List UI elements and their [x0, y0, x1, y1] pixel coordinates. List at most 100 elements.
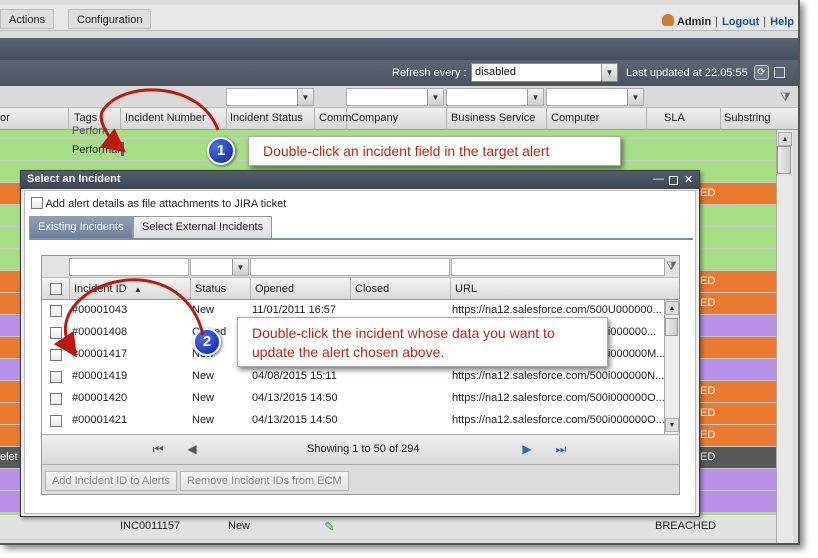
column-divider — [190, 278, 191, 300]
scroll-down-icon[interactable]: ▼ — [665, 418, 679, 432]
refresh-label: Refresh every : — [392, 67, 467, 79]
table-row[interactable]: #00001419 New 04/08/2015 15:11 https://n… — [42, 366, 664, 388]
cell-sla: ED — [700, 451, 716, 463]
minimize-icon[interactable] — [774, 67, 785, 78]
row-checkbox[interactable] — [50, 393, 62, 405]
logout-link[interactable]: Logout — [722, 16, 759, 28]
main-scrollbar[interactable]: ▲ — [776, 130, 793, 543]
cell-sla: BREACHED — [655, 520, 717, 532]
scrollbar-thumb[interactable] — [777, 146, 791, 174]
column-header-company[interactable]: Company — [351, 112, 398, 124]
help-link[interactable]: Help — [770, 16, 794, 28]
select-all-checkbox[interactable] — [50, 283, 62, 295]
cell-status: New — [192, 392, 215, 404]
column-divider — [120, 108, 121, 130]
column-header[interactable]: or — [0, 112, 10, 124]
row-checkbox[interactable] — [50, 371, 62, 383]
add-incident-id-button[interactable]: Add Incident ID to Alerts — [45, 471, 178, 491]
column-divider — [646, 108, 647, 130]
separator: | — [715, 16, 719, 28]
cell-incident-id: #00001420 — [72, 392, 128, 404]
menu-configuration[interactable]: Configuration — [68, 9, 152, 29]
chevron-down-icon[interactable]: ▼ — [297, 89, 313, 105]
table-row[interactable]: #00001420 New 04/13/2015 14:50 https://n… — [42, 388, 665, 410]
row-checkbox[interactable] — [50, 415, 62, 427]
user-name: Admin — [676, 16, 712, 28]
close-icon[interactable]: ✕ — [684, 173, 693, 186]
chevron-down-icon[interactable]: ▼ — [527, 89, 543, 105]
chevron-down-icon[interactable]: ▼ — [601, 64, 617, 81]
column-header-computer[interactable]: Computer — [551, 112, 599, 124]
scroll-up-icon[interactable]: ▲ — [778, 132, 792, 146]
cell-sla: ED — [700, 407, 716, 419]
chevron-down-icon[interactable]: ▼ — [232, 259, 248, 275]
table-row[interactable]: #00001421 New 04/13/2015 14:50 https://n… — [42, 410, 665, 432]
column-header-incident-status[interactable]: Incident Status — [230, 112, 303, 124]
cell-url: https://na12.salesforce.com/500i000000N.… — [452, 370, 665, 382]
column-divider — [446, 108, 447, 130]
column-divider — [350, 278, 351, 300]
last-page-icon[interactable]: ⏭ — [551, 441, 571, 459]
row-checkbox[interactable] — [50, 305, 62, 317]
column-header-incident-id[interactable]: Incident ID — [74, 283, 127, 295]
user-bar: Admin | Logout | Help — [661, 14, 794, 28]
tab-select-external-incidents[interactable]: Select External Incidents — [133, 216, 273, 238]
minimize-icon[interactable]: — — [653, 173, 664, 185]
chevron-down-icon[interactable]: ▼ — [627, 89, 643, 105]
filter-funnel-icon[interactable]: ⧩ — [780, 90, 791, 105]
dialog-title: Select an Incident — [21, 171, 699, 189]
chevron-down-icon[interactable]: ▼ — [427, 89, 443, 105]
app-window: Actions Configuration Admin | Logout | Help … — [0, 0, 800, 545]
column-header-closed[interactable]: Closed — [355, 283, 389, 295]
column-header-opened[interactable]: Opened — [255, 283, 294, 295]
attach-checkbox[interactable] — [31, 197, 43, 209]
filter-url[interactable] — [451, 258, 665, 276]
column-header-comments[interactable]: Comm — [319, 112, 351, 124]
filter-status[interactable]: ▼ — [190, 258, 249, 276]
tab-existing-incidents[interactable]: Existing Incidents — [29, 216, 133, 238]
refresh-select[interactable]: disabled ▼ — [471, 63, 618, 82]
column-header-tags[interactable]: Tags — [74, 112, 97, 124]
row-checkbox[interactable] — [50, 327, 62, 339]
menu-actions[interactable]: Actions — [0, 9, 55, 29]
callout-step-1: Double-click an incident field in the ta… — [248, 136, 621, 166]
filter-incident-status[interactable]: ▼ — [226, 88, 314, 106]
filter-incident-id[interactable] — [69, 258, 189, 276]
filter-funnel-icon[interactable]: ⧩ — [666, 259, 677, 274]
pencil-icon[interactable]: ✎ — [324, 519, 335, 535]
pager: ⏮ ◀ Showing 1 to 50 of 294 ▶ ⏭ — [42, 434, 679, 464]
filter-company[interactable]: ▼ — [346, 88, 444, 106]
row-checkbox[interactable] — [50, 349, 62, 361]
remove-incident-ids-button[interactable]: Remove Incident IDs from ECM — [180, 471, 349, 491]
column-divider — [450, 278, 451, 300]
filter-business-service[interactable]: ▼ — [446, 88, 544, 106]
cell-url: https://na12.salesforce.com/500U000000..… — [452, 304, 662, 316]
scroll-up-icon[interactable]: ▲ — [665, 301, 679, 315]
paging-status: Showing 1 to 50 of 294 — [307, 443, 420, 455]
column-header-business-service[interactable]: Business Service — [451, 112, 535, 124]
column-divider — [720, 108, 721, 130]
cell-opened: 04/13/2015 14:50 — [252, 414, 338, 426]
refresh-icon[interactable]: ⟳ — [754, 65, 769, 80]
column-header-substring[interactable]: Substring — [724, 112, 770, 124]
column-header-sla[interactable]: SLA — [664, 112, 685, 124]
scrollbar-thumb[interactable] — [665, 318, 678, 336]
column-header-url[interactable]: URL — [455, 283, 477, 295]
sort-asc-icon[interactable]: ▲ — [134, 285, 142, 294]
first-page-icon[interactable]: ⏮ — [148, 441, 168, 459]
callout-step-2: Double-click the incident whose data you… — [237, 317, 608, 367]
filter-computer[interactable]: ▼ — [546, 88, 644, 106]
prev-page-icon[interactable]: ◀ — [182, 441, 202, 459]
cell-opened: 04/08/2015 15:11 — [252, 370, 337, 382]
column-divider — [226, 108, 227, 130]
table-row[interactable]: INC0011157 New ✎ BREACHED — [0, 515, 776, 540]
cell-tags: Performai — [72, 144, 120, 156]
menu-bar: Actions Configuration Admin | Logout | Help — [0, 5, 798, 31]
maximize-icon[interactable] — [669, 176, 678, 185]
column-header-status[interactable]: Status — [195, 283, 226, 295]
text-cursor — [121, 142, 124, 156]
panel-titlebar — [0, 38, 798, 60]
column-header-incident-number[interactable]: Incident Number — [125, 112, 206, 124]
filter-opened[interactable] — [250, 258, 450, 276]
next-page-icon[interactable]: ▶ — [517, 441, 537, 459]
